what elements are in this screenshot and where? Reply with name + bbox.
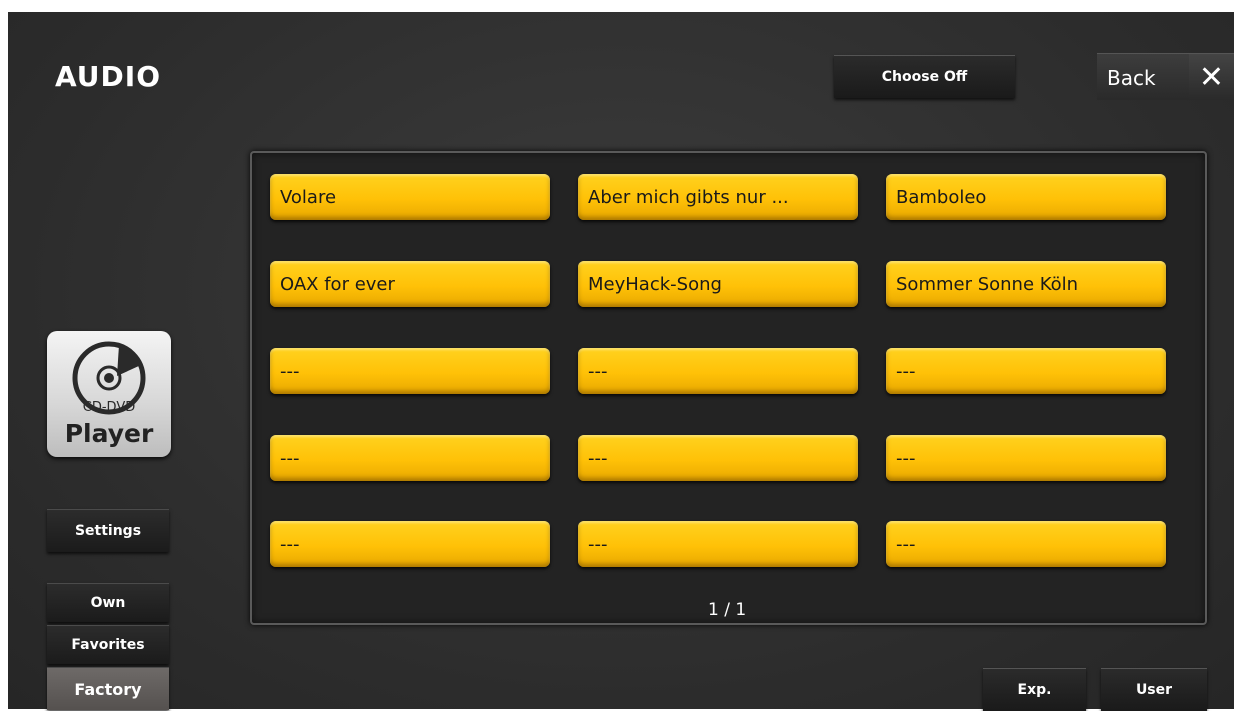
song-button[interactable]: --- [270, 435, 550, 481]
settings-button[interactable]: Settings [47, 509, 169, 552]
screen: AUDIO Choose Off Back ✕ Volare Aber mich… [8, 12, 1234, 711]
exp-button[interactable]: Exp. [983, 668, 1086, 711]
player-sublabel: CD-DVD [83, 400, 135, 415]
song-button[interactable]: --- [578, 435, 858, 481]
song-button[interactable]: --- [270, 521, 550, 567]
page-indicator: 1 / 1 [708, 600, 747, 620]
back-button[interactable]: Back ✕ [1097, 53, 1234, 100]
own-button[interactable]: Own [47, 583, 169, 622]
song-button[interactable]: Bamboleo [886, 174, 1166, 220]
song-button[interactable]: --- [270, 348, 550, 394]
song-button[interactable]: OAX for ever [270, 261, 550, 307]
back-label: Back [1107, 66, 1156, 90]
song-button[interactable]: --- [578, 521, 858, 567]
song-button[interactable]: MeyHack-Song [578, 261, 858, 307]
favorites-button[interactable]: Favorites [47, 625, 169, 664]
player-label: Player [64, 419, 154, 448]
cd-dvd-player-button[interactable]: CD-DVD Player [47, 331, 171, 457]
song-button[interactable]: Aber mich gibts nur ... [578, 174, 858, 220]
song-button[interactable]: --- [886, 521, 1166, 567]
song-button[interactable]: --- [578, 348, 858, 394]
song-button[interactable]: --- [886, 435, 1166, 481]
song-button[interactable]: --- [886, 348, 1166, 394]
page-title: AUDIO [55, 60, 162, 93]
close-icon[interactable]: ✕ [1189, 54, 1234, 100]
song-button[interactable]: Sommer Sonne Köln [886, 261, 1166, 307]
user-button[interactable]: User [1101, 668, 1207, 711]
disc-icon: CD-DVD [72, 341, 146, 415]
song-button[interactable]: Volare [270, 174, 550, 220]
factory-button[interactable]: Factory [47, 667, 169, 710]
choose-off-button[interactable]: Choose Off [834, 55, 1015, 98]
